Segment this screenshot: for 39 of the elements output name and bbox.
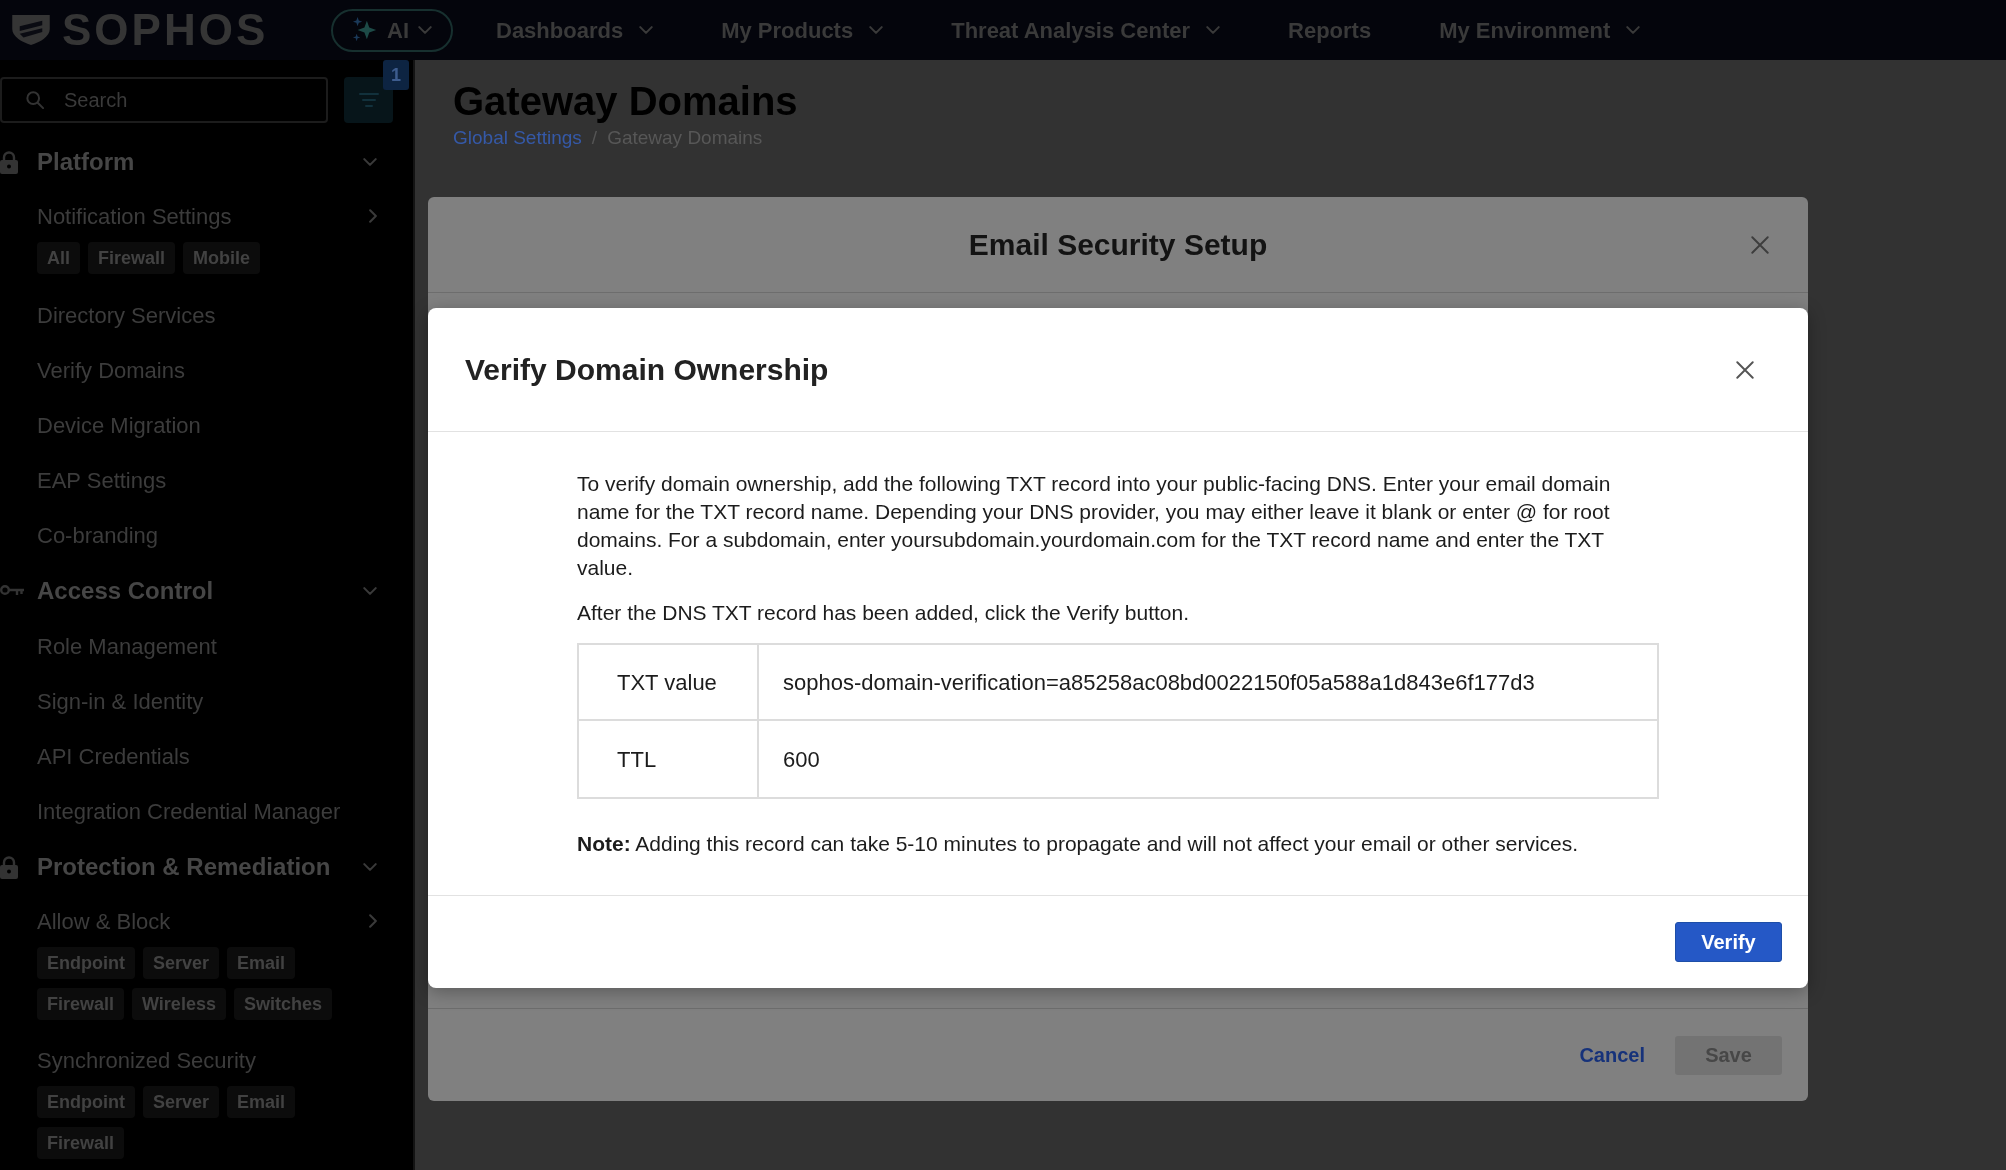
sidebar-item[interactable]: API Credentials — [0, 729, 413, 784]
key-icon — [0, 584, 24, 598]
close-icon — [1751, 235, 1769, 254]
sidebar-item[interactable]: Co-branding — [0, 508, 413, 563]
verify-button[interactable]: Verify — [1675, 922, 1782, 962]
dialog-title: Email Security Setup — [968, 227, 1268, 263]
link-button[interactable]: Cancel — [1579, 1040, 1645, 1070]
sidebar-item[interactable]: Role Management — [0, 619, 413, 674]
close-button[interactable] — [1735, 359, 1755, 380]
sidebar-section-header[interactable]: Protection & Remediation — [0, 839, 413, 895]
instructions-text: To verify domain ownership, add the following TXT record into your public-facing DNS. Enter your email domain name for the TXT record name. Depending your DNS provider, you may either leave it blank or enter @ for root domains. For a subdomain, enter yoursubdomain.yourdomain.com for the TXT record name and enter the TXT value. — [577, 471, 1612, 581]
sidebar-item[interactable]: Directory Services — [0, 288, 413, 343]
table-cell-text: 600 — [782, 745, 821, 774]
breadcrumb-link[interactable]: Global Settings — [453, 125, 582, 151]
sidebar-item[interactable]: Synchronized Security — [0, 1034, 413, 1086]
search-field[interactable]: Search — [0, 77, 328, 123]
close-icon — [1736, 360, 1754, 379]
breadcrumb-separator: / — [591, 126, 598, 150]
sparkle-icon — [352, 17, 378, 43]
caret-icon — [418, 26, 432, 34]
filter-icon — [358, 93, 379, 107]
table-cell: TTL — [579, 721, 759, 797]
sidebar-item[interactable]: Verify Domains — [0, 343, 413, 398]
shield-logo-icon — [12, 15, 50, 45]
sidebar-section-header[interactable]: Access Control — [0, 563, 413, 619]
sidebar-item[interactable]: EAP Settings — [0, 453, 413, 508]
sidebar-item[interactable]: Sign-in & Identity — [0, 674, 413, 729]
note-text: Note: Adding this record can take 5-10 minutes to propagate and will not affect your email or other services. — [577, 831, 1580, 857]
dialog-title: Verify Domain Ownership — [465, 352, 829, 388]
search-icon — [26, 91, 44, 109]
sidebar-item[interactable]: Device Migration — [0, 398, 413, 453]
instructions-text: After the DNS TXT record has been added, click the Verify button. — [577, 600, 1191, 626]
count-badge: 1 — [383, 60, 409, 90]
sidebar-item[interactable]: Allow & Block — [0, 895, 413, 947]
sidebar-item[interactable]: Notification Settings — [0, 190, 413, 242]
sidebar-section-header[interactable]: Platform — [0, 134, 413, 190]
table-cell: sophos-domain-verification=a85258ac08bd0022150f05a588a1d843e6f177d3 — [759, 645, 1657, 721]
table-cell: TXT value — [579, 645, 759, 721]
sidebar-item[interactable]: Integration Credential Manager — [0, 784, 413, 839]
